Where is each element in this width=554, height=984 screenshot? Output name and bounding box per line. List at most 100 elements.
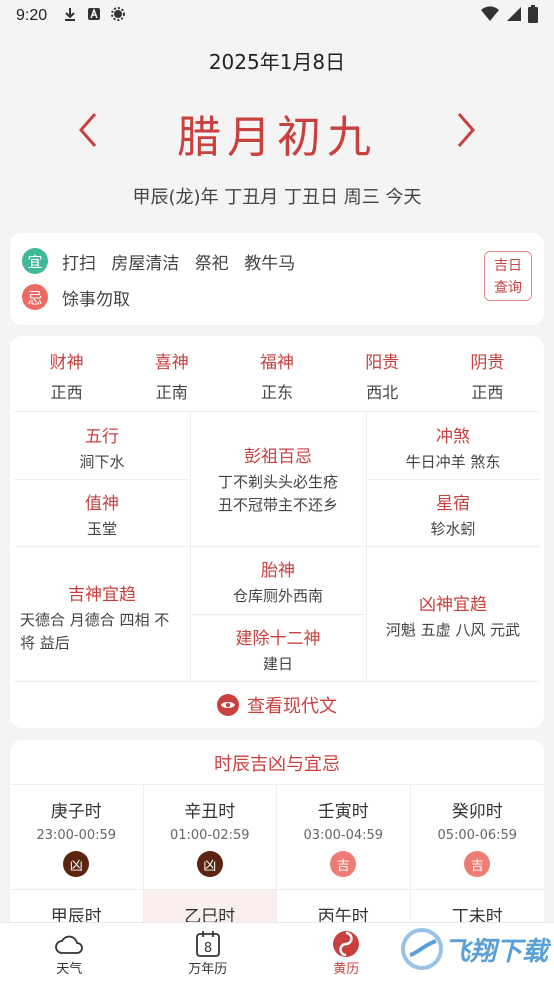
divider <box>14 479 190 480</box>
bottom-tab-bar: 天气 8 万年历 黄历 飞翔下载 <box>0 922 554 984</box>
pengzu-line: 丁不剃头头必生疮 <box>217 473 338 491</box>
taishen-label: 胎神 <box>261 561 295 581</box>
divider <box>190 614 366 615</box>
god-yang-noble: 阳贵 西北 <box>330 336 435 411</box>
yi-items: 打扫 房屋清洁 祭祀 教牛马 <box>62 253 296 274</box>
divider <box>14 546 540 547</box>
xingxiu-value: 轸水蚓 <box>430 520 476 538</box>
ji-items: 馀事勿取 <box>62 289 130 310</box>
cloud-icon <box>54 930 84 958</box>
fate-badge: 凶 <box>63 851 90 877</box>
gods-card: 财神 正西 喜神 正南 福神 正东 阳贵 西北 阴贵 正西 五行 涧下水 值神 … <box>10 336 544 728</box>
yi-badge: 宜 <box>22 248 48 274</box>
chongsha-value: 牛日冲羊 煞东 <box>405 453 501 471</box>
god-label: 福神 <box>260 353 294 373</box>
hour-cell[interactable]: 壬寅时 03:00-04:59 吉 <box>277 785 411 890</box>
fate-badge: 凶 <box>196 851 223 877</box>
god-value: 正南 <box>155 383 188 402</box>
jishen-cell: 吉神宜趋 天德合 月德合 四相 不 将 益后 <box>14 580 190 655</box>
lucky-day-label-2: 查询 <box>494 280 522 296</box>
god-value: 正西 <box>471 383 504 402</box>
jishen-line: 将 益后 <box>20 634 70 652</box>
hour-cell[interactable]: 庚子时 23:00-00:59 凶 <box>10 785 144 890</box>
svg-text:8: 8 <box>204 941 212 956</box>
chongsha-label: 冲煞 <box>436 427 470 447</box>
watermark-swirl-icon <box>401 928 443 970</box>
site-watermark-logo: 飞翔下载 <box>400 922 550 976</box>
wuxing-value: 涧下水 <box>79 453 125 471</box>
god-value: 西北 <box>366 383 399 402</box>
zhishen-label: 值神 <box>85 494 119 514</box>
chongsha-cell: 冲煞 牛日冲羊 煞东 <box>366 422 540 474</box>
wuxing-label: 五行 <box>85 427 119 447</box>
hour-name: 庚子时 <box>50 802 102 822</box>
hour-name: 癸卯时 <box>451 802 503 822</box>
pengzu-cell: 彭祖百忌 丁不剃头头必生疮 丑不冠带主不还乡 <box>190 442 366 517</box>
jianchu-cell: 建除十二神 建日 <box>190 624 366 676</box>
god-joy: 喜神 正南 <box>119 336 224 411</box>
tab-calendar[interactable]: 8 万年历 <box>139 923 278 984</box>
tab-almanac-label: 黄历 <box>333 962 360 977</box>
download-icon <box>63 7 77 25</box>
fate-badge: 吉 <box>464 851 491 877</box>
eye-icon <box>217 694 239 716</box>
hour-range: 23:00-00:59 <box>36 828 117 843</box>
jianchu-label: 建除十二神 <box>235 629 321 649</box>
almanac-grid: 五行 涧下水 值神 玉堂 彭祖百忌 丁不剃头头必生疮 丑不冠带主不还乡 冲煞 牛… <box>14 412 540 682</box>
god-value: 正东 <box>261 383 294 402</box>
hour-range: 03:00-04:59 <box>303 828 384 843</box>
tab-almanac[interactable]: 黄历 <box>277 923 416 984</box>
god-value: 正西 <box>50 383 83 402</box>
view-modern-text-button[interactable]: 查看现代文 <box>10 682 544 728</box>
wuxing-cell: 五行 涧下水 <box>14 422 190 474</box>
watermark-text: 飞翔下载 <box>444 936 549 967</box>
view-modern-text-label: 查看现代文 <box>247 696 337 717</box>
hour-name: 壬寅时 <box>317 802 369 822</box>
almanac-icon <box>332 930 360 958</box>
a-notification-icon <box>87 7 101 25</box>
yi-ji-card: 宜 打扫 房屋清洁 祭祀 教牛马 忌 馀事勿取 吉日 查询 <box>10 233 544 325</box>
prev-day-button[interactable] <box>78 112 98 155</box>
hour-cell[interactable]: 癸卯时 05:00-06:59 吉 <box>410 785 544 890</box>
lucky-day-query-button[interactable]: 吉日 查询 <box>484 251 532 301</box>
jishen-line: 天德合 月德合 四相 不 <box>20 611 170 629</box>
god-label: 喜神 <box>154 353 189 373</box>
calendar-icon: 8 <box>195 930 221 958</box>
god-fortune: 福神 正东 <box>224 336 329 411</box>
jishen-label: 吉神宜趋 <box>68 585 136 605</box>
next-day-button[interactable] <box>456 112 476 155</box>
xingxiu-cell: 星宿 轸水蚓 <box>366 489 540 541</box>
hour-range: 01:00-02:59 <box>169 828 250 843</box>
battery-icon <box>528 5 538 27</box>
ji-badge: 忌 <box>22 284 48 310</box>
tab-calendar-label: 万年历 <box>188 962 228 977</box>
taishen-cell: 胎神 仓库厕外西南 <box>190 556 366 608</box>
hours-title: 时辰吉凶与宜忌 <box>10 740 544 785</box>
hour-range: 05:00-06:59 <box>437 828 518 843</box>
xiongshen-value: 河魁 五虚 八风 元武 <box>385 621 521 639</box>
lucky-day-label-1: 吉日 <box>494 258 522 274</box>
god-label: 财神 <box>49 353 84 373</box>
tab-weather[interactable]: 天气 <box>0 923 139 984</box>
jianchu-value: 建日 <box>262 655 293 673</box>
wifi-icon <box>480 6 500 26</box>
pengzu-label: 彭祖百忌 <box>244 447 312 467</box>
signal-icon <box>506 6 522 26</box>
ganzhi-line: 甲辰(龙)年 丁丑月 丁丑日 周三 今天 <box>132 187 422 208</box>
god-directions: 财神 正西 喜神 正南 福神 正东 阳贵 西北 阴贵 正西 <box>14 336 540 412</box>
pengzu-line: 丑不冠带主不还乡 <box>217 496 338 514</box>
taishen-value: 仓库厕外西南 <box>232 587 323 605</box>
xiongshen-cell: 凶神宜趋 河魁 五虚 八风 元武 <box>366 590 540 642</box>
hour-cell[interactable]: 辛丑时 01:00-02:59 凶 <box>143 785 277 890</box>
gear-icon <box>111 7 126 25</box>
god-label: 阴贵 <box>470 353 505 373</box>
fate-badge: 吉 <box>330 851 357 877</box>
tab-weather-label: 天气 <box>56 962 83 977</box>
god-label: 阳贵 <box>365 353 400 373</box>
lunar-date: 腊月初九 <box>177 112 377 163</box>
xiongshen-label: 凶神宜趋 <box>419 595 487 615</box>
solar-date[interactable]: 2025年1月8日 <box>0 46 554 75</box>
zhishen-value: 玉堂 <box>86 520 117 538</box>
god-wealth: 财神 正西 <box>14 336 119 411</box>
date-header: 2025年1月8日 腊月初九 甲辰(龙)年 丁丑月 丁丑日 周三 今天 <box>0 40 554 209</box>
